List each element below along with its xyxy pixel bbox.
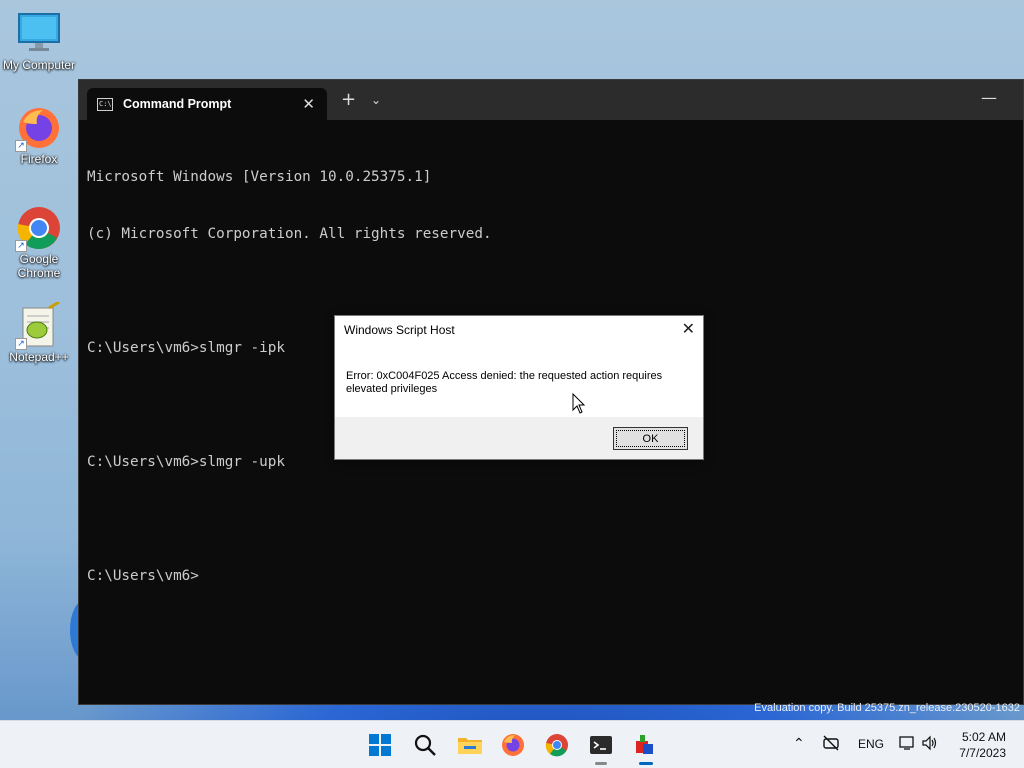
windows-script-host-dialog[interactable]: Windows Script Host ✕ Error: 0xC004F025 … <box>334 315 704 460</box>
close-icon[interactable]: ✕ <box>682 320 695 338</box>
chevron-down-icon[interactable]: ⌄ <box>371 93 381 107</box>
terminal-titlebar[interactable]: C:\ Command Prompt ✕ + ⌄ — <box>79 80 1023 120</box>
chevron-up-icon[interactable]: ⌃ <box>793 735 805 752</box>
clock-time: 5:02 AM <box>961 730 1006 744</box>
terminal-line: ​ <box>87 282 1015 301</box>
display-icon[interactable] <box>899 735 917 754</box>
desktop-icon-label: Notepad++ <box>9 350 69 364</box>
monitor-icon <box>15 10 63 58</box>
command-prompt-icon: C:\ <box>97 97 113 111</box>
evaluation-watermark: Evaluation copy. Build 25375.zn_release.… <box>754 702 1020 714</box>
network-offline-icon[interactable] <box>822 735 840 754</box>
tab-title: Command Prompt <box>123 97 232 111</box>
ok-button[interactable]: OK <box>613 427 688 450</box>
language-indicator[interactable]: ENG <box>858 737 884 751</box>
firefox-icon[interactable] <box>501 733 525 757</box>
desktop-icon-label: Google Chrome <box>17 252 61 280</box>
desktop-icon-my-computer[interactable]: My Computer <box>2 10 76 72</box>
notepad-plus-plus-icon: ↗ <box>15 300 63 350</box>
file-explorer-icon[interactable] <box>457 733 482 757</box>
chrome-icon: ↗ <box>15 204 63 252</box>
terminal-line: Microsoft Windows [Version 10.0.25375.1] <box>87 169 432 185</box>
shortcut-arrow-icon: ↗ <box>15 240 27 252</box>
volume-icon[interactable] <box>921 735 939 754</box>
dialog-footer: OK <box>335 417 703 459</box>
desktop-icon-label: Firefox <box>20 152 58 166</box>
desktop-icon-firefox[interactable]: ↗ Firefox <box>2 104 76 166</box>
terminal-prompt-line: C:\Users\vm6> <box>87 568 199 584</box>
running-indicator <box>595 762 607 765</box>
mouse-cursor-icon <box>572 392 586 419</box>
desktop-icon-google-chrome[interactable]: ↗ Google Chrome <box>2 204 76 280</box>
script-host-icon[interactable] <box>633 733 657 757</box>
minimize-icon[interactable]: — <box>981 88 997 107</box>
terminal-line: (c) Microsoft Corporation. All rights re… <box>87 226 492 242</box>
dialog-message: Error: 0xC004F025 Access denied: the req… <box>346 370 663 395</box>
firefox-icon: ↗ <box>15 104 63 152</box>
search-icon[interactable] <box>413 733 437 757</box>
new-tab-icon[interactable]: + <box>341 91 356 109</box>
terminal-icon[interactable] <box>589 733 613 757</box>
desktop-icon-label: My Computer <box>2 58 76 72</box>
clock-date: 7/7/2023 <box>959 746 1006 760</box>
clock[interactable]: 5:02 AM 7/7/2023 <box>959 729 1006 761</box>
shortcut-arrow-icon: ↗ <box>15 338 27 350</box>
tab-close-icon[interactable]: ✕ <box>302 95 315 113</box>
terminal-line: ​ <box>87 510 1015 529</box>
dialog-title: Windows Script Host <box>344 323 455 337</box>
tab-command-prompt[interactable]: C:\ Command Prompt ✕ <box>87 88 327 120</box>
taskbar: ⌃ ENG 5:02 AM 7/7/2023 <box>0 720 1024 768</box>
start-windows-icon[interactable] <box>368 733 392 757</box>
active-indicator <box>639 762 653 765</box>
chrome-icon[interactable] <box>545 733 569 757</box>
desktop-icon-notepad-plus-plus[interactable]: ↗ Notepad++ <box>2 300 76 364</box>
shortcut-arrow-icon: ↗ <box>15 140 27 152</box>
